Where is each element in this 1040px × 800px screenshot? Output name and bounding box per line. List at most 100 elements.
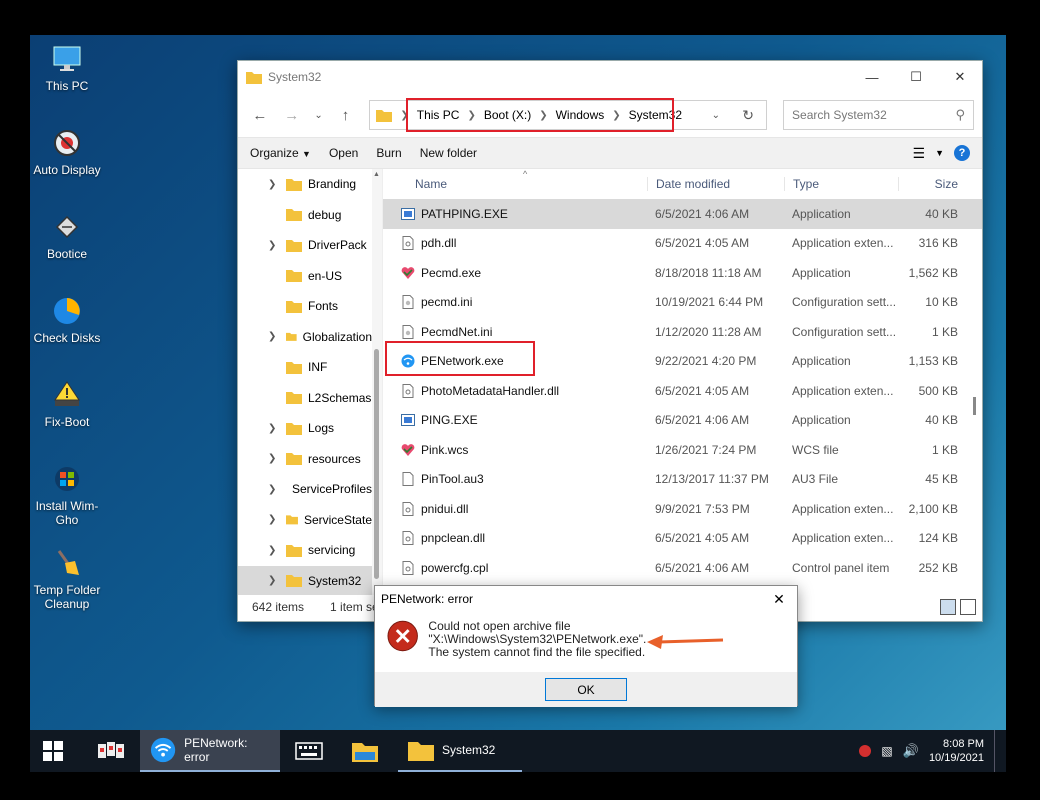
desktop-icon-this-pc[interactable]: This PC xyxy=(30,43,104,93)
file-list-scrollbar[interactable] xyxy=(968,169,982,565)
chevron-right-icon[interactable]: ❯ xyxy=(268,331,276,342)
search-box[interactable]: Search System32 ⚲ xyxy=(783,100,974,130)
file-row[interactable]: PING.EXE 6/5/2021 4:06 AM Application 40 KB xyxy=(383,406,982,436)
details-view-icon[interactable] xyxy=(940,599,956,615)
new-folder-button[interactable]: New folder xyxy=(420,146,477,160)
desktop-icon-install-wim-gho[interactable]: Install Wim-Gho xyxy=(30,463,104,527)
back-button[interactable]: ← xyxy=(246,101,274,129)
burn-button[interactable]: Burn xyxy=(376,146,401,160)
file-row[interactable]: PhotoMetadataHandler.dll 6/5/2021 4:05 AM… xyxy=(383,376,982,406)
column-header-name[interactable]: Name xyxy=(383,177,647,191)
nav-item[interactable]: ❯ System32 xyxy=(238,565,372,595)
desktop-icon-temp-folder-cleanup[interactable]: Temp Folder Cleanup xyxy=(30,547,104,611)
nav-item[interactable]: L2Schemas xyxy=(238,383,372,414)
scroll-up-icon[interactable]: ▲ xyxy=(373,171,380,178)
large-icons-view-icon[interactable] xyxy=(960,599,976,615)
view-options-icon[interactable]: ☰ xyxy=(913,145,926,162)
clock[interactable]: 8:08 PM 10/19/2021 xyxy=(929,737,984,765)
nav-item[interactable]: ❯ resources xyxy=(238,444,372,475)
desktop-icon-bootice[interactable]: Bootice xyxy=(30,211,104,261)
explorer-titlebar[interactable]: System32 — ☐ ✕ xyxy=(238,61,982,93)
file-row[interactable]: powercfg.cpl 6/5/2021 4:06 AM Control pane… xyxy=(383,553,982,583)
file-row[interactable]: PENetwork.exe 9/22/2021 4:20 PM Applicatio… xyxy=(383,347,982,377)
usb-icon[interactable]: ▧ xyxy=(881,744,892,758)
file-row[interactable]: PecmdNet.ini 1/12/2020 11:28 AM Configurat… xyxy=(383,317,982,347)
file-row[interactable]: pnidui.dll 9/9/2021 7:53 PM Application ex… xyxy=(383,494,982,524)
chevron-right-icon[interactable]: ❯ xyxy=(268,240,276,251)
file-row[interactable]: PinTool.au3 12/13/2017 11:37 PM AU3 File 45… xyxy=(383,465,982,495)
file-size: 252 KB xyxy=(918,560,958,575)
organize-button[interactable]: Organize ▼ xyxy=(250,146,311,160)
nav-item[interactable]: Fonts xyxy=(238,291,372,322)
file-name-cell: pecmd.ini xyxy=(383,295,647,310)
chevron-right-icon[interactable]: ❯ xyxy=(268,484,276,495)
dialog-titlebar[interactable]: PENetwork: error ✕ xyxy=(375,586,797,612)
taskbar-app-on-screen-keyboard[interactable] xyxy=(286,730,332,772)
nav-item[interactable]: ❯ Branding xyxy=(238,169,372,200)
nav-item[interactable]: ❯ Logs xyxy=(238,413,372,444)
ok-button[interactable]: OK xyxy=(545,678,627,701)
breadcrumb-this-pc[interactable]: This PC xyxy=(417,108,460,122)
chevron-right-icon[interactable]: ❯ xyxy=(268,179,276,190)
address-bar[interactable]: ❯ This PC ❯ Boot (X:) ❯ Windows ❯ System… xyxy=(369,98,768,132)
nav-item[interactable]: ❯ servicing xyxy=(238,535,372,566)
column-header-date[interactable]: Date modified xyxy=(647,177,784,191)
tray-app-icon[interactable] xyxy=(859,745,872,757)
nav-item[interactable]: INF xyxy=(238,352,372,383)
taskbar-task-system32[interactable]: System32 xyxy=(398,730,522,772)
chevron-right-icon[interactable]: ❯ xyxy=(268,453,276,464)
nav-item[interactable]: ❯ DriverPack xyxy=(238,230,372,261)
nav-item[interactable]: en-US xyxy=(238,261,372,292)
task-label: PENetwork: error xyxy=(184,736,248,764)
caret-down-icon[interactable]: ▼ xyxy=(935,148,944,158)
desktop-icon-label: Temp Folder Cleanup xyxy=(33,583,101,611)
file-row[interactable]: pecmd.ini 10/19/2021 6:44 PM Configuration… xyxy=(383,288,982,318)
show-desktop-button[interactable] xyxy=(994,730,998,772)
address-dropdown-icon[interactable]: ⌄ xyxy=(712,110,720,121)
nav-item[interactable]: ❯ ServiceProfiles xyxy=(238,474,372,505)
help-icon[interactable]: ? xyxy=(954,145,970,161)
file-row[interactable]: Pecmd.exe 8/18/2018 11:18 AM Application 1,… xyxy=(383,258,982,288)
navigation-scroll-thumb[interactable] xyxy=(374,349,379,579)
close-button[interactable]: ✕ xyxy=(938,61,982,93)
column-header-size[interactable]: Size xyxy=(898,177,962,191)
nav-item[interactable]: debug xyxy=(238,200,372,231)
forward-button[interactable]: → xyxy=(278,101,306,129)
chevron-right-icon[interactable]: ❯ xyxy=(268,575,276,586)
search-input[interactable]: Search System32 xyxy=(792,108,955,122)
chevron-right-icon[interactable]: ❯ xyxy=(268,423,276,434)
breadcrumb-boot-drive[interactable]: Boot (X:) xyxy=(484,108,531,122)
nav-item[interactable]: ❯ ServiceState xyxy=(238,505,372,536)
chevron-right-icon[interactable]: ❯ xyxy=(268,545,276,556)
minimize-button[interactable]: — xyxy=(850,61,894,93)
recent-locations-button[interactable]: ⌄ xyxy=(310,101,328,129)
file-row[interactable]: pdh.dll 6/5/2021 4:05 AM Application exten… xyxy=(383,229,982,259)
breadcrumb-system32[interactable]: System32 xyxy=(629,108,682,122)
file-row[interactable]: Pink.wcs 1/26/2021 7:24 PM WCS file 1 KB xyxy=(383,435,982,465)
file-type: Configuration sett... xyxy=(792,324,897,339)
breadcrumb-windows[interactable]: Windows xyxy=(556,108,605,122)
desktop-icon-auto-display[interactable]: Auto Display xyxy=(30,127,104,177)
dialog-close-button[interactable]: ✕ xyxy=(761,591,797,608)
volume-icon[interactable]: 🔊 xyxy=(903,743,919,759)
nav-item-label: ServiceState xyxy=(303,512,372,527)
file-name-cell: PENetwork.exe xyxy=(383,354,647,368)
taskbar-app-keyboard-tool[interactable] xyxy=(88,730,134,772)
start-button[interactable] xyxy=(30,730,76,772)
taskbar-task-penetwork-error[interactable]: PENetwork: error xyxy=(140,730,280,772)
navigation-scrollbar[interactable]: ▲ xyxy=(372,169,382,595)
nav-item[interactable]: ❯ Globalization xyxy=(238,322,372,353)
maximize-button[interactable]: ☐ xyxy=(894,61,938,93)
chevron-right-icon[interactable]: ❯ xyxy=(268,514,276,525)
desktop-icon-check-disks[interactable]: Check Disks xyxy=(30,295,104,345)
open-button[interactable]: Open xyxy=(329,146,358,160)
refresh-icon[interactable]: ↻ xyxy=(742,107,754,124)
file-row[interactable]: PATHPING.EXE 6/5/2021 4:06 AM Application 4… xyxy=(383,199,982,229)
desktop-icon-fix-boot[interactable]: Fix-Boot xyxy=(30,379,104,429)
up-button[interactable]: ↑ xyxy=(332,101,360,129)
file-list-scroll-thumb[interactable] xyxy=(973,397,976,415)
taskbar-app-explorer[interactable] xyxy=(342,730,388,772)
file-name: pnpclean.dll xyxy=(421,531,486,546)
column-header-type[interactable]: Type xyxy=(784,177,898,191)
file-row[interactable]: pnpclean.dll 6/5/2021 4:05 AM Application … xyxy=(383,524,982,554)
